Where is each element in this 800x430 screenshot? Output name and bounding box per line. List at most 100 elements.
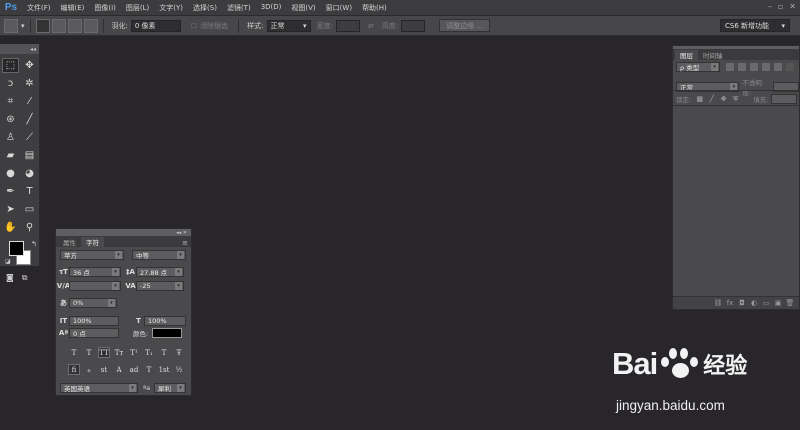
opentype-button[interactable]: ad [128, 364, 140, 375]
type-filter-icon[interactable] [750, 63, 758, 71]
close-button[interactable]: ✕ [789, 2, 796, 11]
eyedropper-tool-icon[interactable]: ⁄ [21, 94, 38, 109]
adjustment-layer-icon[interactable]: ◐ [749, 299, 759, 308]
default-colors-icon[interactable]: ◪ [5, 258, 11, 265]
dodge-tool-icon[interactable]: ◕ [21, 166, 38, 181]
add-mask-icon[interactable]: ◘ [737, 299, 747, 308]
magic-wand-tool-icon[interactable]: ✲ [21, 76, 38, 91]
pixel-filter-icon[interactable] [726, 63, 734, 71]
tab-timeline[interactable]: 时间轴 [698, 50, 728, 60]
opentype-button[interactable]: ½ [173, 364, 185, 375]
pen-tool-icon[interactable]: ✒ [2, 184, 19, 199]
menu-item[interactable]: 视图(V) [286, 3, 320, 13]
marquee-tool-icon[interactable]: ⬚ [2, 58, 19, 73]
trash-icon[interactable]: 🗑 [785, 299, 795, 308]
hand-tool-icon[interactable]: ✋ [2, 220, 19, 235]
kerning-select[interactable]: ▾ [69, 281, 121, 291]
path-selection-tool-icon[interactable]: ➤ [2, 202, 19, 217]
text-format-button[interactable]: T [83, 347, 95, 358]
smart-object-filter-icon[interactable] [774, 63, 782, 71]
text-format-button[interactable]: Tт [113, 347, 125, 358]
panel-menu-icon[interactable]: ≡ [182, 239, 191, 247]
history-brush-tool-icon[interactable]: ⟋ [21, 130, 38, 145]
antialias-checkbox[interactable]: ☐ [191, 22, 197, 30]
quick-mask-icon[interactable]: ◙ [6, 273, 14, 283]
horizontal-scale-input[interactable]: 100% [144, 316, 186, 326]
link-layers-icon[interactable]: ⛓ [713, 299, 723, 308]
menu-item[interactable]: 3D(D) [256, 3, 287, 13]
tsume-select[interactable]: 0% ▾ [69, 298, 117, 308]
add-selection-icon[interactable] [51, 18, 66, 33]
vertical-scale-input[interactable]: 100% [69, 316, 119, 326]
baseline-shift-input[interactable]: 0 点 [69, 328, 119, 338]
menu-item[interactable]: 图层(L) [121, 3, 154, 13]
menu-item[interactable]: 图像(I) [89, 3, 121, 13]
antialias-select[interactable]: 犀利 ▾ [154, 383, 187, 393]
type-tool-icon[interactable]: T [21, 184, 38, 199]
intersect-selection-icon[interactable] [83, 18, 98, 33]
tracking-select[interactable]: -25 ▾ [136, 281, 184, 291]
blur-tool-icon[interactable]: ● [2, 166, 19, 181]
text-format-button[interactable]: T [158, 347, 170, 358]
lock-all-icon[interactable]: ⛨ [731, 95, 740, 104]
zoom-tool-icon[interactable]: ⚲ [21, 220, 38, 235]
minimize-button[interactable]: – [768, 2, 772, 11]
opentype-button[interactable]: T [143, 364, 155, 375]
foreground-color-swatch[interactable] [9, 241, 24, 256]
menu-item[interactable]: 帮助(H) [357, 3, 392, 13]
crop-tool-icon[interactable]: ⌗ [2, 94, 19, 109]
menu-item[interactable]: 文字(Y) [154, 3, 188, 13]
height-input[interactable] [401, 19, 426, 32]
new-layer-icon[interactable]: ▣ [773, 299, 783, 308]
eraser-tool-icon[interactable]: ▰ [2, 148, 19, 163]
lock-position-icon[interactable]: ✥ [719, 95, 728, 104]
move-tool-icon[interactable]: ✥ [21, 58, 38, 73]
layer-kind-select[interactable]: ρ 类型 ▾ [676, 62, 720, 72]
marquee-preset-icon[interactable] [4, 18, 18, 33]
lock-pixels-icon[interactable]: ╱ [707, 95, 716, 104]
swap-icon[interactable]: ⇄ [368, 22, 374, 30]
text-format-button[interactable]: T [68, 347, 80, 358]
lock-transparency-icon[interactable]: ▦ [695, 95, 704, 104]
width-input[interactable] [335, 19, 360, 32]
opentype-button[interactable]: ℴ [83, 364, 95, 375]
opentype-button[interactable]: A [113, 364, 125, 375]
tab-character[interactable]: 字符 [81, 237, 104, 247]
fill-input[interactable] [771, 94, 798, 104]
filter-toggle-icon[interactable] [786, 63, 794, 71]
leading-select[interactable]: 27.88 点 ▾ [136, 267, 184, 277]
clone-stamp-tool-icon[interactable]: ♙ [2, 130, 19, 145]
text-format-button[interactable]: T¹ [128, 347, 140, 358]
tab-properties[interactable]: 属性 [58, 237, 81, 247]
lasso-tool-icon[interactable]: ↄ [2, 76, 19, 91]
text-format-button[interactable]: Ŧ [173, 347, 185, 358]
menu-item[interactable]: 窗口(W) [321, 3, 357, 13]
fx-icon[interactable]: fx [725, 299, 735, 308]
screen-mode-icon[interactable]: ⧉ [22, 273, 28, 283]
workspace-select[interactable]: CS6 新增功能 ▾ [720, 19, 790, 32]
opentype-button[interactable]: 1st [158, 364, 170, 375]
brush-tool-icon[interactable]: ╱ [21, 112, 38, 127]
opentype-button[interactable]: ﬁ [68, 364, 80, 375]
menu-item[interactable]: 编辑(E) [56, 3, 90, 13]
menu-item[interactable]: 选择(S) [188, 3, 222, 13]
menu-item[interactable]: 文件(F) [22, 3, 56, 13]
gradient-tool-icon[interactable]: ▤ [21, 148, 38, 163]
language-select[interactable]: 英国英语 ▾ [60, 383, 138, 393]
opentype-button[interactable]: st [98, 364, 110, 375]
shape-tool-icon[interactable]: ▭ [21, 202, 38, 217]
text-color-swatch[interactable] [152, 328, 183, 338]
adjustment-filter-icon[interactable] [738, 63, 746, 71]
font-family-select[interactable]: 苹方 ▾ [60, 250, 124, 260]
shape-filter-icon[interactable] [762, 63, 770, 71]
tab-layers[interactable]: 图层 [675, 50, 698, 60]
style-select[interactable]: 正常 ▾ [266, 19, 311, 32]
text-format-button[interactable]: TT [98, 347, 110, 358]
healing-brush-tool-icon[interactable]: ⊛ [2, 112, 19, 127]
font-style-select[interactable]: 中等 ▾ [132, 250, 186, 260]
swap-colors-icon[interactable]: ↰ [31, 240, 37, 248]
text-format-button[interactable]: T₁ [143, 347, 155, 358]
feather-input[interactable]: 0 像素 [130, 19, 181, 32]
new-selection-icon[interactable] [35, 18, 50, 33]
refine-edge-button[interactable]: 调整边缘 ... [439, 19, 491, 32]
